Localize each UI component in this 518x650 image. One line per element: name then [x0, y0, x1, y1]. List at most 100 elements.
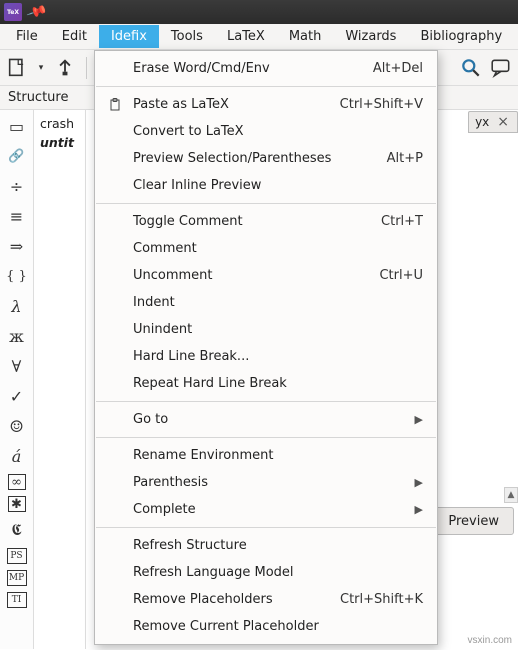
menu-item-convert-latex[interactable]: Convert to LaTeX: [95, 118, 437, 145]
menu-item-erase-word[interactable]: Erase Word/Cmd/EnvAlt+Del: [95, 55, 437, 82]
menu-item-label: Refresh Structure: [133, 538, 423, 553]
blank-icon: [107, 475, 123, 491]
menu-idefix[interactable]: Idefix: [99, 25, 159, 48]
menu-item-paste-latex[interactable]: Paste as LaTeX Ctrl+Shift+V: [95, 91, 437, 118]
menu-item-label: Rename Environment: [133, 448, 423, 463]
menu-separator: [96, 437, 436, 438]
menu-item-remove-placeholders[interactable]: Remove Placeholders Ctrl+Shift+K: [95, 586, 437, 613]
menu-item-label: Parenthesis: [133, 475, 405, 490]
blank-icon: [107, 592, 123, 608]
lambda-icon[interactable]: λ: [4, 294, 30, 318]
submenu-arrow-icon: ▶: [415, 476, 423, 489]
blank-icon: [107, 178, 123, 194]
submenu-arrow-icon: ▶: [415, 503, 423, 516]
menu-separator: [96, 527, 436, 528]
blank-icon: [107, 295, 123, 311]
menu-item-label: Preview Selection/Parentheses: [133, 151, 377, 166]
dropdown-caret-icon[interactable]: ▾: [36, 57, 46, 79]
label-icon[interactable]: ▭: [4, 114, 30, 138]
mp-icon[interactable]: MP: [7, 570, 27, 586]
menu-item-preview-sel[interactable]: Preview Selection/Parentheses Alt+P: [95, 145, 437, 172]
menu-item-label: Hard Line Break...: [133, 349, 423, 364]
menu-item-indent[interactable]: Indent: [95, 289, 437, 316]
menu-item-label: Go to: [133, 412, 405, 427]
ps-icon[interactable]: PS: [7, 548, 27, 564]
menu-item-go-to[interactable]: Go to ▶: [95, 406, 437, 433]
ti-icon[interactable]: TI: [7, 592, 27, 608]
structure-title: Structure: [8, 86, 68, 109]
menu-item-rename-env[interactable]: Rename Environment: [95, 442, 437, 469]
menu-item-label: Uncomment: [133, 268, 369, 283]
blank-icon: [107, 412, 123, 428]
menu-shortcut: Ctrl+Shift+K: [340, 592, 423, 607]
search-icon[interactable]: [460, 57, 482, 79]
menu-bibliography[interactable]: Bibliography: [408, 25, 514, 48]
braces-icon[interactable]: { }: [4, 264, 30, 288]
close-icon[interactable]: ×: [495, 114, 511, 130]
check-icon[interactable]: ✓: [4, 384, 30, 408]
clipboard-icon: [107, 97, 123, 113]
menu-item-label: Repeat Hard Line Break: [133, 376, 423, 391]
menu-shortcut: Ctrl+U: [379, 268, 423, 283]
tree-item[interactable]: untit: [40, 133, 85, 152]
menu-wizards[interactable]: Wizards: [333, 25, 408, 48]
open-icon[interactable]: [54, 57, 76, 79]
equals-icon[interactable]: ≡: [4, 204, 30, 228]
chat-icon[interactable]: [490, 57, 512, 79]
divide-icon[interactable]: ÷: [4, 174, 30, 198]
tree-item[interactable]: crash: [40, 114, 85, 133]
menu-item-refresh-structure[interactable]: Refresh Structure: [95, 532, 437, 559]
menu-item-comment[interactable]: Comment: [95, 235, 437, 262]
asterisk-box-icon[interactable]: ✱: [8, 496, 26, 512]
zhe-icon[interactable]: ж: [4, 324, 30, 348]
menu-item-toggle-comment[interactable]: Toggle CommentCtrl+T: [95, 208, 437, 235]
menu-item-label: Remove Placeholders: [133, 592, 330, 607]
infinity-box-icon[interactable]: ∞: [8, 474, 26, 490]
menu-item-label: Refresh Language Model: [133, 565, 423, 580]
menu-separator: [96, 86, 436, 87]
menubar: File Edit Idefix Tools LaTeX Math Wizard…: [0, 24, 518, 50]
editor-tab[interactable]: yx ×: [468, 111, 518, 133]
menu-item-complete[interactable]: Complete ▶: [95, 496, 437, 523]
menu-tools[interactable]: Tools: [159, 25, 215, 48]
menu-item-label: Indent: [133, 295, 423, 310]
menu-file[interactable]: File: [4, 25, 50, 48]
menu-latex[interactable]: LaTeX: [215, 25, 277, 48]
menu-item-refresh-lang[interactable]: Refresh Language Model: [95, 559, 437, 586]
blank-icon: [107, 565, 123, 581]
blank-icon: [107, 376, 123, 392]
menu-mac[interactable]: Mac: [514, 25, 518, 48]
menu-item-hard-break[interactable]: Hard Line Break...: [95, 343, 437, 370]
structure-tree[interactable]: crash untit: [34, 110, 86, 649]
menu-item-unindent[interactable]: Unindent: [95, 316, 437, 343]
menu-item-repeat-break[interactable]: Repeat Hard Line Break: [95, 370, 437, 397]
preview-button[interactable]: Preview: [433, 507, 514, 535]
menu-item-parenthesis[interactable]: Parenthesis ▶: [95, 469, 437, 496]
menu-item-label: Complete: [133, 502, 405, 517]
new-doc-icon[interactable]: [6, 57, 28, 79]
pin-icon[interactable]: 📌: [25, 1, 48, 23]
menu-shortcut: Alt+P: [387, 151, 423, 166]
forall-icon[interactable]: ∀: [4, 354, 30, 378]
blank-icon: [107, 349, 123, 365]
link-icon[interactable]: 🔗: [4, 144, 30, 168]
blank-icon: [107, 538, 123, 554]
menu-item-remove-current-ph[interactable]: Remove Current Placeholder: [95, 613, 437, 640]
a-hat-icon[interactable]: á: [4, 444, 30, 468]
arrow-icon[interactable]: ⇒: [4, 234, 30, 258]
menu-item-label: Unindent: [133, 322, 423, 337]
smile-icon[interactable]: ☺: [4, 414, 30, 438]
menu-item-uncomment[interactable]: Uncomment Ctrl+U: [95, 262, 437, 289]
menu-shortcut: Ctrl+T: [381, 214, 423, 229]
blank-icon: [107, 214, 123, 230]
tab-label: yx: [475, 115, 489, 129]
menu-item-clear-inline[interactable]: Clear Inline Preview: [95, 172, 437, 199]
submenu-arrow-icon: ▶: [415, 413, 423, 426]
script-c-icon[interactable]: 𝕮: [4, 518, 30, 542]
menu-math[interactable]: Math: [277, 25, 334, 48]
menu-item-label: Paste as LaTeX: [133, 97, 330, 112]
menu-shortcut: Ctrl+Shift+V: [340, 97, 423, 112]
menu-edit[interactable]: Edit: [50, 25, 99, 48]
scrollbar-up-icon[interactable]: ▲: [504, 487, 518, 503]
blank-icon: [107, 151, 123, 167]
